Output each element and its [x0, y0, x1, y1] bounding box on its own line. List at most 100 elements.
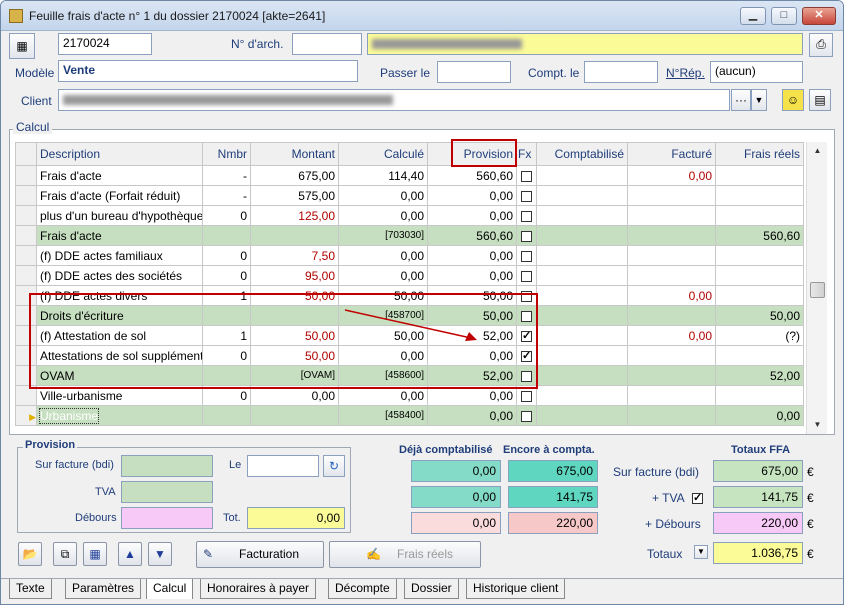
prov-date-field[interactable] — [247, 455, 319, 477]
tab-honoraires[interactable]: Honoraires à payer — [200, 579, 317, 599]
printer-icon[interactable]: ⎙ — [809, 33, 833, 57]
tab-historique[interactable]: Historique client — [466, 579, 566, 599]
cell-montant[interactable]: 7,50 — [250, 245, 339, 266]
refresh-icon[interactable]: ↻ — [323, 455, 345, 477]
cell-provision[interactable]: 0,00 — [427, 205, 517, 226]
tab-parametres[interactable]: Paramètres — [65, 579, 142, 599]
row-header[interactable] — [15, 265, 37, 286]
row-header[interactable] — [15, 185, 37, 206]
table-row[interactable]: (f) DDE actes familiaux 0 7,50 0,00 0,00 — [15, 245, 804, 266]
client-dropdown-icon[interactable]: ▼ — [751, 89, 767, 111]
move-down-icon[interactable]: ▼ — [148, 542, 172, 566]
cell-fx[interactable] — [516, 405, 537, 426]
col-calcule[interactable]: Calculé — [338, 142, 428, 166]
cell-nmbr[interactable]: 0 — [202, 205, 251, 226]
cell-nmbr[interactable]: 0 — [202, 265, 251, 286]
cell-nmbr[interactable]: - — [202, 185, 251, 206]
prov-tva-field[interactable] — [121, 481, 213, 503]
modele-field[interactable]: Vente — [58, 60, 358, 82]
vertical-scrollbar[interactable]: ▲ ▼ — [806, 142, 827, 434]
narch-field[interactable] — [292, 33, 362, 55]
cell-fx[interactable] — [516, 265, 537, 286]
tab-calcul[interactable]: Calcul — [146, 579, 194, 599]
fx-checkbox[interactable] — [521, 210, 532, 222]
fx-checkbox[interactable] — [521, 410, 532, 422]
prov-sur-facture-field[interactable] — [121, 455, 213, 477]
table-row[interactable]: Frais d'acte -675,00 114,40 560,60 0,00 — [15, 165, 804, 186]
compt-field[interactable] — [584, 61, 658, 83]
row-header[interactable] — [15, 225, 37, 246]
table-row[interactable]: plus d'un bureau d'hypothèques 0 125,00 0,0… — [15, 205, 804, 226]
scroll-thumb[interactable] — [810, 282, 825, 298]
cell-nmbr[interactable]: 0 — [202, 245, 251, 266]
cell-fx[interactable] — [516, 225, 537, 246]
calculator-icon[interactable]: ▦ — [9, 33, 35, 59]
cell-description[interactable]: Urbanisme — [36, 405, 203, 426]
cell-provision[interactable]: 560,60 — [427, 165, 517, 186]
scroll-down-icon[interactable]: ▼ — [809, 420, 826, 434]
cell-provision[interactable]: 0,00 — [427, 185, 517, 206]
move-up-icon[interactable]: ▲ — [118, 542, 142, 566]
row-header[interactable] — [15, 165, 37, 186]
maximize-button[interactable]: □ — [771, 7, 797, 25]
cell-fx[interactable] — [516, 165, 537, 186]
subtotal-row[interactable]: ▶ Urbanisme [458400] 0,00 0,00 — [15, 405, 804, 426]
cell-fx[interactable] — [516, 205, 537, 226]
copy-icon[interactable]: ⧉ — [53, 542, 77, 566]
passer-field[interactable] — [437, 61, 511, 83]
col-comptabilise[interactable]: Comptabilisé — [536, 142, 628, 166]
nrep-field[interactable]: (aucun) — [710, 61, 803, 83]
cell-montant[interactable]: 125,00 — [250, 205, 339, 226]
cell-description[interactable]: (f) DDE actes des sociétés — [36, 265, 203, 286]
dossier-field[interactable]: 2170024 — [58, 33, 152, 55]
cell-montant[interactable] — [250, 225, 339, 246]
cell-montant[interactable]: 95,00 — [250, 265, 339, 286]
tab-decompte[interactable]: Décompte — [328, 579, 397, 599]
tab-texte[interactable]: Texte — [9, 579, 52, 599]
client-browse-button[interactable]: ··· — [731, 89, 751, 111]
close-button[interactable]: ✕ — [802, 7, 836, 25]
cell-nmbr[interactable]: - — [202, 165, 251, 186]
fx-checkbox[interactable] — [521, 230, 532, 242]
cell-provision[interactable]: 0,00 — [427, 245, 517, 266]
cell-fx[interactable] — [516, 245, 537, 266]
ffa-tva-checkbox[interactable] — [692, 491, 703, 505]
minimize-button[interactable]: ▁ — [740, 7, 766, 25]
cell-montant[interactable]: 675,00 — [250, 165, 339, 186]
client-card-icon[interactable]: ☺ — [782, 89, 804, 111]
open-folder-icon[interactable]: 📂 — [18, 542, 42, 566]
tab-dossier[interactable]: Dossier — [404, 579, 459, 599]
cell-provision[interactable]: 560,60 — [427, 225, 517, 246]
table-row[interactable]: Frais d'acte (Forfait réduit) -575,00 0,00… — [15, 185, 804, 206]
col-description[interactable]: Description — [36, 142, 203, 166]
fx-checkbox[interactable] — [521, 170, 532, 182]
cell-provision[interactable]: 0,00 — [427, 265, 517, 286]
nrep-label[interactable]: N°Rép. — [666, 66, 705, 80]
frais-reels-button[interactable]: ✍ Frais réels — [329, 541, 481, 568]
parties-field[interactable] — [367, 33, 803, 55]
totaux-expand-icon[interactable]: ▼ — [694, 545, 708, 559]
subtotal-row[interactable]: Frais d'acte [703030] 560,60 560,60 — [15, 225, 804, 246]
cell-nmbr[interactable] — [202, 225, 251, 246]
fx-checkbox[interactable] — [521, 190, 532, 202]
row-header[interactable] — [15, 205, 37, 226]
row-header[interactable] — [15, 245, 37, 266]
prov-debours-field[interactable] — [121, 507, 213, 529]
client-list-icon[interactable]: ▤ — [809, 89, 831, 111]
cell-montant[interactable]: 575,00 — [250, 185, 339, 206]
col-frais-reels[interactable]: Frais réels — [715, 142, 804, 166]
fx-checkbox[interactable] — [521, 390, 532, 402]
cell-fx[interactable] — [516, 185, 537, 206]
fx-checkbox[interactable] — [521, 270, 532, 282]
add-row-icon[interactable]: ▦ — [83, 542, 107, 566]
col-montant[interactable]: Montant — [250, 142, 339, 166]
cell-montant[interactable] — [250, 405, 339, 426]
cell-description[interactable]: plus d'un bureau d'hypothèques — [36, 205, 203, 226]
cell-description[interactable]: Frais d'acte — [36, 165, 203, 186]
table-row[interactable]: (f) DDE actes des sociétés 0 95,00 0,00 0,00 — [15, 265, 804, 286]
client-field[interactable] — [58, 89, 730, 111]
col-nmbr[interactable]: Nmbr — [202, 142, 251, 166]
cell-description[interactable]: Frais d'acte — [36, 225, 203, 246]
cell-description[interactable]: Frais d'acte (Forfait réduit) — [36, 185, 203, 206]
cell-provision[interactable]: 0,00 — [427, 405, 517, 426]
